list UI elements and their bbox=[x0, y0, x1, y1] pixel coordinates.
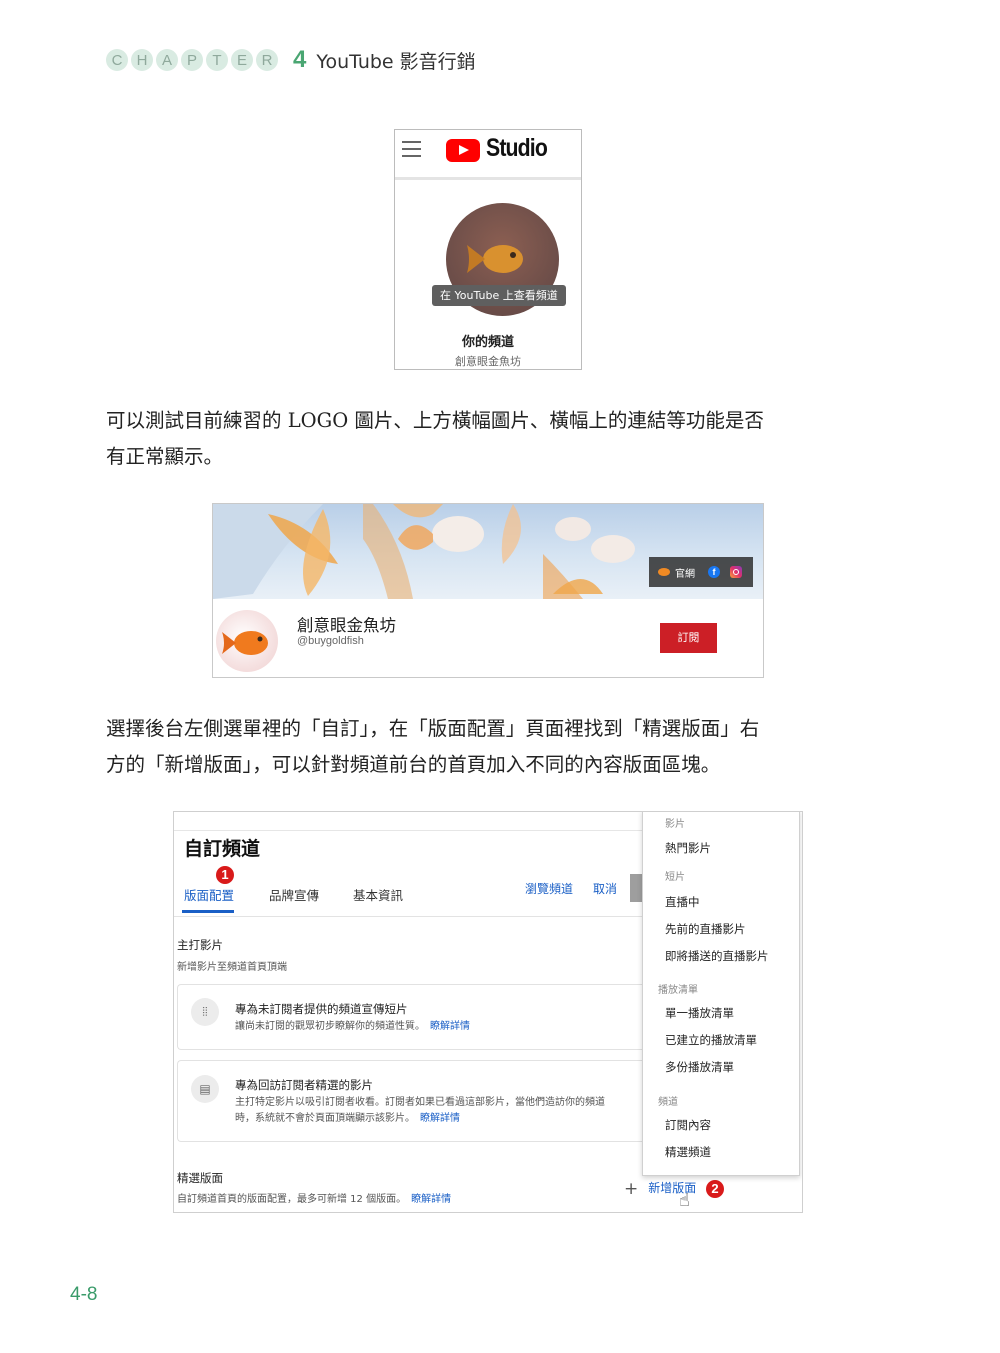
channel-name: 創意眼金魚坊 bbox=[297, 616, 396, 635]
featured-card-desc-line-1: 主打特定影片以吸引訂閱者收看。訂閱者如果已看過這部影片，當他們造訪你的頻道 bbox=[235, 1097, 605, 1108]
tab-basic-info[interactable]: 基本資訊 bbox=[353, 885, 403, 904]
website-icon bbox=[658, 568, 670, 576]
website-link[interactable]: 官網 bbox=[675, 565, 695, 580]
chapter-letter: P bbox=[181, 49, 203, 71]
publish-button-edge[interactable] bbox=[630, 874, 642, 902]
menu-item-past-live[interactable]: 先前的直播影片 bbox=[665, 921, 746, 937]
trailer-card-desc: 讓尚未訂閱的觀眾初步瞭解你的頻道性質。 瞭解詳情 bbox=[235, 1019, 470, 1035]
menu-item-single-playlist[interactable]: 單一播放清單 bbox=[665, 1005, 734, 1021]
paragraph-2-line-2: 方的「新增版面」，可以針對頻道前台的首頁加入不同的內容版面區塊。 bbox=[106, 753, 721, 776]
chapter-letter: R bbox=[256, 49, 278, 71]
channel-avatar[interactable] bbox=[216, 610, 278, 672]
chapter-letter: C bbox=[106, 49, 128, 71]
goldfish-icon bbox=[467, 245, 523, 273]
paragraph-1-line-2: 有正常顯示。 bbox=[106, 445, 224, 468]
paragraph-1-line-1: 可以測試目前練習的 LOGO 圖片、上方橫幅圖片、橫幅上的連結等功能是否 bbox=[106, 409, 764, 432]
hand-cursor-icon: ☝ bbox=[679, 1190, 690, 1211]
channel-name: 創意眼金魚坊 bbox=[455, 355, 521, 368]
menu-item-subscriptions[interactable]: 訂閱內容 bbox=[665, 1117, 711, 1133]
view-on-youtube-tooltip: 在 YouTube 上查看頻道 bbox=[432, 285, 566, 306]
paragraph-2: 選擇後台左側選單裡的「自訂」，在「版面配置」頁面裡找到「精選版面」右 方的「新增… bbox=[106, 711, 876, 783]
trailer-card: ⦙⦙ 專為未訂閱者提供的頻道宣傳短片 讓尚未訂閱的觀眾初步瞭解你的頻道性質。 瞭… bbox=[177, 984, 647, 1050]
featured-card-desc-text: 時，系統就不會於頁面頂端顯示該影片。 bbox=[235, 1113, 410, 1124]
menu-item-featured-channels[interactable]: 精選頻道 bbox=[665, 1144, 711, 1160]
video-trailer-icon: ⦙⦙ bbox=[191, 998, 219, 1026]
featured-learn-more-link[interactable]: 瞭解詳情 bbox=[420, 1113, 460, 1124]
studio-channel-panel: Studio ☝ 在 YouTube 上查看頻道 你的頻道 創意眼金魚坊 bbox=[394, 129, 582, 370]
menu-group-shorts: 短片 bbox=[665, 872, 685, 883]
channel-homepage-preview: 官網 f 創意眼金魚坊 @buygoldfish 訂閱 bbox=[212, 503, 764, 678]
featured-sections-desc: 自訂頻道首頁的版面配置，最多可新增 12 個版面。 瞭解詳情 bbox=[177, 1190, 451, 1205]
tab-layout[interactable]: 版面配置 bbox=[184, 885, 234, 904]
trailer-learn-more-link[interactable]: 瞭解詳情 bbox=[430, 1021, 470, 1032]
customize-channel-screen: 自訂頻道 1 版面配置 品牌宣傳 基本資訊 瀏覽頻道 取消 主打影片 新增影片至… bbox=[173, 811, 803, 1213]
menu-group-videos: 影片 bbox=[665, 819, 685, 830]
plus-icon: + bbox=[624, 1179, 639, 1199]
menu-item-upcoming-live[interactable]: 即將播送的直播影片 bbox=[665, 948, 769, 964]
chapter-letter: A bbox=[156, 49, 178, 71]
top-divider bbox=[174, 830, 644, 831]
step-badge-1: 1 bbox=[216, 866, 234, 884]
chapter-letter: T bbox=[206, 49, 228, 71]
menu-group-playlists: 播放清單 bbox=[658, 985, 698, 996]
menu-group-channels: 頻道 bbox=[658, 1097, 678, 1108]
sections-learn-more-link[interactable]: 瞭解詳情 bbox=[411, 1194, 451, 1205]
trailer-card-desc-text: 讓尚未訂閱的觀眾初步瞭解你的頻道性質。 bbox=[235, 1021, 420, 1032]
channel-banner: 官網 f bbox=[213, 504, 763, 599]
chapter-title: YouTube 影音行銷 bbox=[316, 50, 476, 73]
featured-sections-title: 精選版面 bbox=[177, 1171, 223, 1185]
youtube-logo-icon bbox=[446, 139, 480, 162]
featured-card-title: 專為回訪訂閱者精選的影片 bbox=[235, 1078, 373, 1092]
menu-item-live-now[interactable]: 直播中 bbox=[665, 894, 700, 910]
page-number: 4-8 bbox=[70, 1284, 98, 1305]
facebook-icon[interactable]: f bbox=[708, 566, 720, 578]
menu-item-popular-videos[interactable]: 熱門影片 bbox=[665, 840, 711, 856]
featured-video-desc: 新增影片至頻道首頁頂端 bbox=[177, 962, 287, 973]
chapter-letter: H bbox=[131, 49, 153, 71]
chapter-header: C H A P T E R 4 YouTube 影音行銷 bbox=[106, 46, 476, 74]
instagram-icon[interactable] bbox=[730, 566, 742, 578]
chapter-number: 4 bbox=[293, 46, 307, 73]
step-badge-2: 2 bbox=[706, 1180, 724, 1198]
hamburger-menu-icon[interactable] bbox=[402, 141, 421, 162]
add-section-menu: 影片 熱門影片 短片 直播中 先前的直播影片 即將播送的直播影片 播放清單 單一… bbox=[642, 812, 800, 1176]
featured-sections-desc-text: 自訂頻道首頁的版面配置，最多可新增 12 個版面。 bbox=[177, 1194, 402, 1205]
subscribe-button[interactable]: 訂閱 bbox=[660, 623, 717, 653]
channel-handle: @buygoldfish bbox=[297, 635, 364, 647]
featured-card-desc-line-2: 時，系統就不會於頁面頂端顯示該影片。 瞭解詳情 bbox=[235, 1111, 460, 1127]
studio-topbar: Studio bbox=[395, 130, 581, 180]
paragraph-1: 可以測試目前練習的 LOGO 圖片、上方橫幅圖片、橫幅上的連結等功能是否 有正常… bbox=[106, 403, 876, 475]
studio-wordmark: Studio bbox=[486, 134, 548, 162]
featured-video-title: 主打影片 bbox=[177, 938, 223, 952]
cancel-link[interactable]: 取消 bbox=[593, 880, 617, 897]
trailer-card-title: 專為未訂閱者提供的頻道宣傳短片 bbox=[235, 1002, 408, 1016]
view-channel-link[interactable]: 瀏覽頻道 bbox=[525, 880, 573, 897]
goldfish-icon bbox=[222, 631, 268, 655]
active-tab-indicator bbox=[182, 910, 234, 913]
tabs-divider bbox=[174, 916, 644, 917]
your-channel-label: 你的頻道 bbox=[461, 335, 514, 350]
paragraph-2-line-1: 選擇後台左側選單裡的「自訂」，在「版面配置」頁面裡找到「精選版面」右 bbox=[106, 717, 760, 740]
menu-item-multiple-playlists[interactable]: 多份播放清單 bbox=[665, 1059, 734, 1075]
featured-video-icon: ▤ bbox=[191, 1075, 219, 1103]
page-title: 自訂頻道 bbox=[184, 838, 261, 860]
menu-item-created-playlists[interactable]: 已建立的播放清單 bbox=[665, 1032, 757, 1048]
chapter-letter: E bbox=[231, 49, 253, 71]
banner-links: 官網 f bbox=[649, 557, 753, 587]
tab-branding[interactable]: 品牌宣傳 bbox=[269, 885, 319, 904]
featured-for-subscribers-card: ▤ 專為回訪訂閱者精選的影片 主打特定影片以吸引訂閱者收看。訂閱者如果已看過這部… bbox=[177, 1060, 647, 1142]
